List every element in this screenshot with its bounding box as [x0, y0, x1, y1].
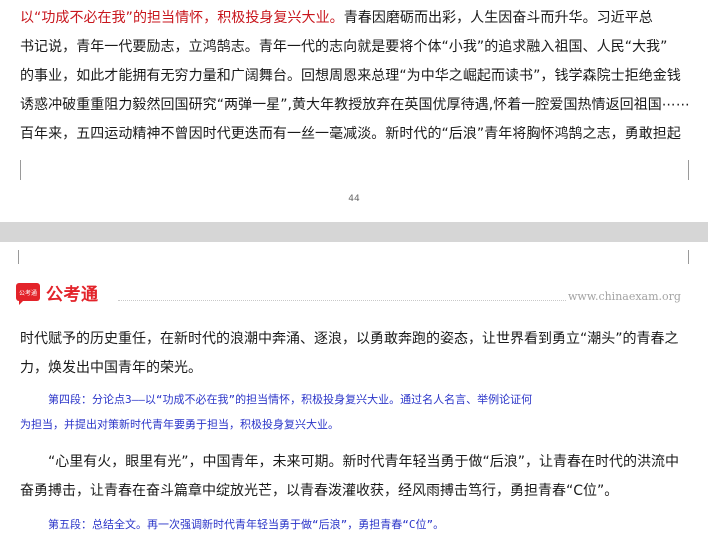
logo-text: 公考通 [46, 284, 99, 305]
crop-mark-right [688, 160, 689, 180]
brand-logo: 公考通 公考通 [16, 281, 99, 305]
document-page-44: 以“功成不必在我”的担当情怀，积极投身复兴大业。青春因磨砺而出彩，人生因奋斗而升… [0, 0, 708, 222]
page-gap [0, 222, 708, 242]
note-line: 第四段：分论点3——以“功成不必在我”的担当情怀，积极投身复兴大业。通过名人名言… [48, 393, 533, 406]
crop-mark-right [688, 250, 689, 264]
note-line: 为担当，并提出对策新时代青年要勇于担当，积极投身复兴大业。 [20, 418, 339, 431]
annotation-note-5: 第五段：总结全文。再一次强调新时代青年轻当勇于做“后浪”，勇担青春“C位”。 [20, 512, 692, 537]
site-url: www.chinaexam.org [568, 290, 681, 303]
body-line: 百年来，五四运动精神不曾因时代更迭而有一丝一毫减淡。新时代的“后浪”青年将胸怀鸿… [20, 126, 681, 142]
page-44-body: 以“功成不必在我”的担当情怀，积极投身复兴大业。青春因磨砺而出彩，人生因奋斗而升… [20, 4, 692, 149]
paragraph-conclusion: “心里有火，眼里有光”，中国青年，未来可期。新时代青年轻当勇于做“后浪”，让青春… [20, 448, 692, 506]
annotation-note-4: 第四段：分论点3——以“功成不必在我”的担当情怀，积极投身复兴大业。通过名人名言… [20, 387, 692, 437]
body-line: “心里有火，眼里有光”，中国青年，未来可期。新时代青年轻当勇于做“后浪”，让青春… [48, 454, 680, 470]
body-line: 的事业，如此才能拥有无穷力量和广阔舞台。回想周恩来总理“为中华之崛起而读书”，钱… [20, 68, 681, 84]
body-line: 诱惑冲破重重阻力毅然回国研究“两弹一星”,黄大年教授放弃在英国优厚待遇,怀着一腔… [20, 97, 690, 113]
note-line: 第五段：总结全文。再一次强调新时代青年轻当勇于做“后浪”，勇担青春“C位”。 [48, 518, 445, 531]
paragraph-continuation: 时代赋予的历史重任，在新时代的浪潮中奔涌、逐浪，以勇敢奔跑的姿态，让世界看到勇立… [20, 325, 692, 383]
crop-mark-left [20, 160, 21, 180]
body-line: 力，焕发出中国青年的荣光。 [20, 360, 202, 376]
body-line: 以“功成不必在我”的担当情怀，积极投身复兴大业。青春因磨砺而出彩，人生因奋斗而升… [20, 4, 692, 33]
logo-badge-text: 公考通 [18, 289, 37, 297]
body-line: 奋勇搏击，让青春在奋斗篇章中绽放光芒，以青春泼灌收获，经风雨搏击笃行，勇担青春“… [20, 483, 619, 499]
crop-mark-left [18, 250, 19, 264]
page-number: 44 [348, 194, 360, 204]
body-line: 书记说，青年一代要励志，立鸿鹄志。青年一代的志向就是要将个体“小我”的追求融入祖… [20, 39, 668, 55]
subheading-red: 以“功成不必在我”的担当情怀，积极投身复兴大业。 [20, 10, 344, 26]
body-text: 青春因磨砺而出彩，人生因奋斗而升华。习近平总 [343, 10, 653, 26]
body-line: 时代赋予的历史重任，在新时代的浪潮中奔涌、逐浪，以勇敢奔跑的姿态，让世界看到勇立… [20, 331, 679, 347]
logo-badge-icon: 公考通 [16, 283, 40, 305]
header-rule [118, 300, 566, 301]
